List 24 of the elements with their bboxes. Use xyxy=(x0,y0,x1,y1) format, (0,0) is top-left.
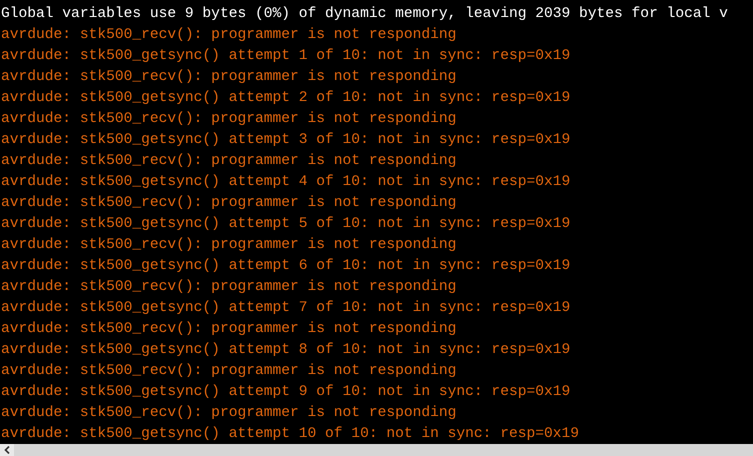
chevron-left-icon xyxy=(4,446,10,454)
error-line: avrdude: stk500_recv(): programmer is not responding xyxy=(0,404,458,423)
error-line: avrdude: stk500_getsync() attempt 4 of 10: not in sync: resp=0x19 xyxy=(0,173,572,192)
error-line: avrdude: stk500_recv(): programmer is not responding xyxy=(0,320,458,339)
error-line: avrdude: stk500_recv(): programmer is not responding xyxy=(0,194,458,213)
horizontal-scrollbar[interactable] xyxy=(0,444,753,456)
error-line: avrdude: stk500_getsync() attempt 2 of 10: not in sync: resp=0x19 xyxy=(0,89,572,108)
error-line: avrdude: stk500_recv(): programmer is not responding xyxy=(0,362,458,381)
error-line: avrdude: stk500_recv(): programmer is not responding xyxy=(0,236,458,255)
scroll-left-button[interactable] xyxy=(0,444,14,456)
output-line: Global variables use 9 bytes (0%) of dynamic memory, leaving 2039 bytes for local v xyxy=(0,5,729,24)
error-line: avrdude: stk500_getsync() attempt 1 of 10: not in sync: resp=0x19 xyxy=(0,47,572,66)
error-line: avrdude: stk500_recv(): programmer is not responding xyxy=(0,110,458,129)
error-line: avrdude: stk500_recv(): programmer is not responding xyxy=(0,278,458,297)
error-line: avrdude: stk500_getsync() attempt 5 of 10: not in sync: resp=0x19 xyxy=(0,215,572,234)
error-line: avrdude: stk500_getsync() attempt 8 of 10: not in sync: resp=0x19 xyxy=(0,341,572,360)
error-line: avrdude: stk500_recv(): programmer is not responding xyxy=(0,152,458,171)
error-line: avrdude: stk500_getsync() attempt 3 of 10: not in sync: resp=0x19 xyxy=(0,131,572,150)
error-line: avrdude: stk500_getsync() attempt 10 of 10: not in sync: resp=0x19 xyxy=(0,425,580,444)
error-line: avrdude: stk500_recv(): programmer is not responding xyxy=(0,68,458,87)
error-line: avrdude: stk500_recv(): programmer is not responding xyxy=(0,26,458,45)
error-line: avrdude: stk500_getsync() attempt 6 of 10: not in sync: resp=0x19 xyxy=(0,257,572,276)
error-line: avrdude: stk500_getsync() attempt 9 of 10: not in sync: resp=0x19 xyxy=(0,383,572,402)
error-line: avrdude: stk500_getsync() attempt 7 of 10: not in sync: resp=0x19 xyxy=(0,299,572,318)
